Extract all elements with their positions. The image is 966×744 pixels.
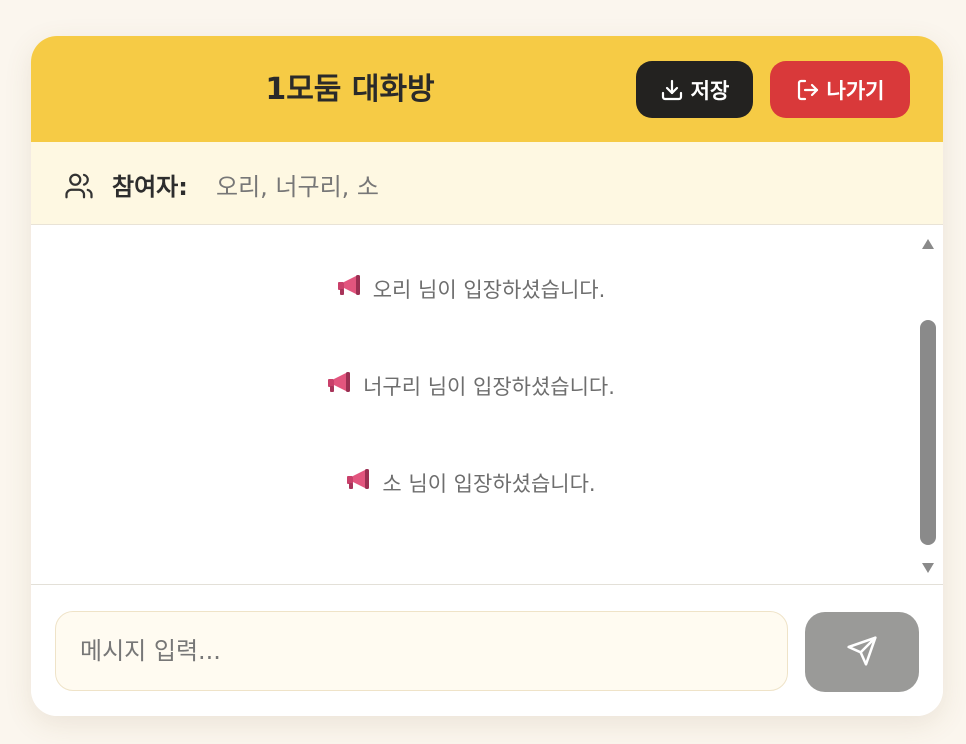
system-message-text: 소 님이 입장하셨습니다. (382, 472, 596, 496)
chat-header: 1모둠 대화방 저장 나가기 (31, 36, 943, 142)
chat-room-title: 1모둠 대화방 (265, 72, 435, 107)
megaphone-icon (327, 371, 353, 401)
scroll-up-arrow[interactable] (921, 235, 935, 254)
send-button[interactable] (805, 612, 919, 692)
participants-names: 오리, 너구리, 소 (216, 173, 379, 201)
message-composer (31, 585, 943, 716)
system-message: 오리 님이 입장하셨습니다. (31, 275, 911, 305)
save-button-label: 저장 (690, 78, 730, 103)
system-message-text: 너구리 님이 입장하셨습니다. (363, 375, 615, 399)
send-icon (846, 635, 878, 670)
exit-button[interactable]: 나가기 (770, 61, 910, 118)
scrollbar-thumb[interactable] (920, 320, 936, 545)
download-icon (660, 78, 684, 102)
message-input[interactable] (55, 611, 788, 691)
system-message-text: 오리 님이 입장하셨습니다. (372, 278, 606, 302)
system-message: 소 님이 입장하셨습니다. (31, 469, 911, 499)
participants-bar: 참여자: 오리, 너구리, 소 (31, 142, 943, 225)
system-message: 너구리 님이 입장하셨습니다. (31, 372, 911, 402)
scroll-down-arrow[interactable] (921, 559, 935, 578)
message-scrollbar[interactable] (917, 225, 939, 584)
save-button[interactable]: 저장 (636, 61, 753, 118)
megaphone-icon (337, 274, 363, 304)
users-icon (64, 171, 94, 205)
megaphone-icon (346, 468, 372, 498)
chat-window: 1모둠 대화방 저장 나가기 참여자: 오리, 너구리, 소 오리 님이 입장하… (31, 36, 943, 716)
message-list[interactable]: 오리 님이 입장하셨습니다. 너구리 님이 입장하셨습니다. 소 님이 입장하셨… (31, 225, 943, 585)
exit-button-label: 나가기 (826, 78, 885, 103)
participants-label: 참여자: (112, 173, 188, 201)
logout-icon (796, 78, 820, 102)
